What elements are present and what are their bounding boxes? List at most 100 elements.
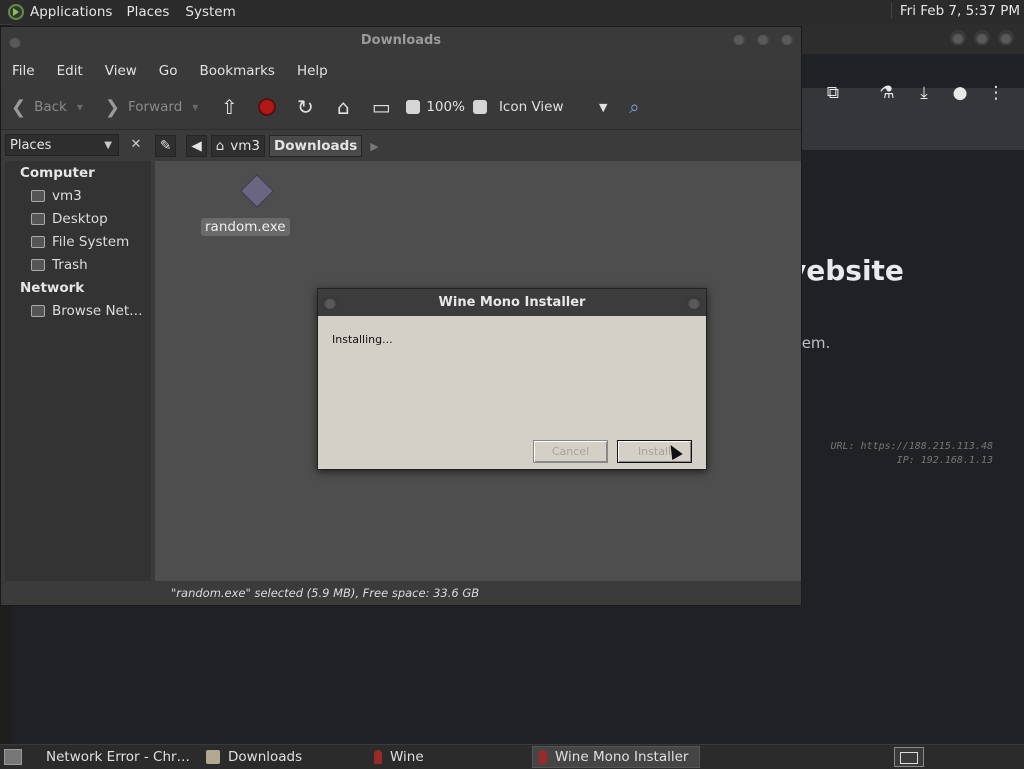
search-icon[interactable]: ⌕ xyxy=(629,97,639,118)
sidebar-heading-network: Network xyxy=(20,280,85,296)
path-bar: ✎ ◀ ⌂ vm3 Downloads ▶ xyxy=(155,133,801,159)
sidebar-item-vm3[interactable]: vm3 xyxy=(5,184,151,207)
wine-glass-icon xyxy=(374,750,382,764)
pencil-icon: ✎ xyxy=(160,138,172,154)
drive-icon xyxy=(31,235,45,248)
menu-edit[interactable]: Edit xyxy=(46,63,94,79)
sidebar-item-label: vm3 xyxy=(52,187,82,204)
task-wine-mono-installer[interactable]: Wine Mono Installer xyxy=(532,746,700,768)
forward-arrow-icon: ❯ xyxy=(104,96,120,118)
browser-minimize-button[interactable] xyxy=(950,30,966,46)
clock[interactable]: Fri Feb 7, 5:37 PM xyxy=(890,3,1020,19)
window-menu-button[interactable] xyxy=(7,34,23,50)
task-downloads[interactable]: Downloads xyxy=(200,746,368,768)
taskbar: Network Error - Chr… Downloads Wine Wine… xyxy=(0,744,1024,769)
home-folder-icon: ⌂ xyxy=(215,138,225,154)
maximize-button[interactable] xyxy=(755,31,771,47)
dialog-close-button[interactable] xyxy=(686,295,702,311)
task-label: Wine xyxy=(390,749,424,765)
back-arrow-icon: ❮ xyxy=(11,96,27,118)
back-label: Back xyxy=(34,99,67,115)
sidebar-close-icon[interactable]: ✕ xyxy=(125,134,147,156)
status-bar: "random.exe" selected (5.9 MB), Free spa… xyxy=(155,581,801,605)
home-folder-icon xyxy=(31,189,45,202)
extensions-icon[interactable]: ⧉ xyxy=(822,82,844,104)
show-desktop-icon[interactable] xyxy=(4,749,22,765)
window-title: Downloads xyxy=(360,33,442,48)
top-panel: Applications Places System Fri Feb 7, 5:… xyxy=(0,0,1024,25)
sidebar-item-label: Desktop xyxy=(52,210,108,227)
dialog-menu-button[interactable] xyxy=(322,295,338,311)
exe-file-icon[interactable] xyxy=(240,174,274,208)
view-mode-select[interactable]: Icon View xyxy=(499,99,599,115)
toggle-location-entry-button[interactable]: ✎ xyxy=(155,135,177,157)
sidebar-item-browse-network[interactable]: Browse Net… xyxy=(5,299,151,322)
menu-file[interactable]: File xyxy=(1,63,46,79)
path-segment-downloads[interactable]: Downloads xyxy=(269,135,363,157)
task-label: Network Error - Chr… xyxy=(46,749,191,765)
forward-button[interactable]: ❯ Forward xyxy=(95,97,198,118)
network-icon xyxy=(31,304,45,317)
menu-help[interactable]: Help xyxy=(286,63,339,79)
menu-view[interactable]: View xyxy=(94,63,148,79)
error-heading: vebsite xyxy=(788,254,904,287)
computer-icon[interactable]: ▭ xyxy=(362,95,400,119)
task-network-error-chrome[interactable]: Network Error - Chr… xyxy=(32,746,200,768)
dialog-titlebar[interactable]: Wine Mono Installer xyxy=(318,289,706,316)
path-back-arrow-icon[interactable]: ◀ xyxy=(186,135,207,157)
path-segment-label: Downloads xyxy=(274,138,358,154)
home-folder-icon[interactable]: ⌂ xyxy=(324,95,362,119)
menu-go[interactable]: Go xyxy=(148,63,189,79)
dialog-message: Installing... xyxy=(332,333,393,346)
up-arrow-icon[interactable]: ⇧ xyxy=(210,95,248,119)
dialog-title: Wine Mono Installer xyxy=(438,295,586,310)
toolbar: ❮ Back ❯ Forward ⇧ ↻ ⌂ ▭ 100% Icon View … xyxy=(1,85,801,130)
task-wine[interactable]: Wine xyxy=(368,746,532,768)
sidebar-item-file-system[interactable]: File System xyxy=(5,230,151,253)
task-label: Wine Mono Installer xyxy=(555,749,689,765)
stop-icon[interactable] xyxy=(258,98,277,116)
applications-menu[interactable]: Applications xyxy=(0,4,118,20)
sidebar-item-trash[interactable]: Trash xyxy=(5,253,151,276)
download-icon[interactable]: ⤓ xyxy=(913,82,935,104)
profile-icon[interactable]: ● xyxy=(949,82,971,104)
close-button[interactable] xyxy=(779,31,795,47)
zoom-out-icon[interactable] xyxy=(406,100,421,114)
file-name-random-exe[interactable]: random.exe xyxy=(201,218,290,236)
sidebar: Computer vm3 Desktop File System Trash N… xyxy=(5,161,151,581)
distro-logo-icon xyxy=(8,4,24,20)
path-segment-vm3[interactable]: ⌂ vm3 xyxy=(210,135,266,157)
places-menu[interactable]: Places xyxy=(118,4,177,20)
labs-flask-icon[interactable]: ⚗ xyxy=(876,82,898,104)
file-manager-titlebar[interactable]: Downloads xyxy=(1,27,801,57)
applications-label: Applications xyxy=(30,4,113,20)
zoom-in-icon[interactable] xyxy=(472,100,487,114)
trash-icon xyxy=(31,258,45,271)
sidebar-heading-computer: Computer xyxy=(20,165,95,181)
browser-maximize-button[interactable] xyxy=(974,30,990,46)
forward-label: Forward xyxy=(128,99,183,115)
path-segment-label: vm3 xyxy=(230,138,261,154)
menubar: File Edit View Go Bookmarks Help xyxy=(1,57,801,85)
wine-mono-installer-dialog: Wine Mono Installer Installing... Cancel… xyxy=(317,288,707,470)
task-label: Downloads xyxy=(228,749,303,765)
more-menu-icon[interactable]: ⋮ xyxy=(985,82,1007,104)
desktop-icon xyxy=(31,212,45,225)
minimize-button[interactable] xyxy=(731,31,747,47)
back-button[interactable]: ❮ Back xyxy=(1,97,83,118)
sidebar-item-label: Browse Net… xyxy=(52,302,143,319)
browser-close-button[interactable] xyxy=(998,30,1014,46)
menu-bookmarks[interactable]: Bookmarks xyxy=(189,63,286,79)
reload-icon[interactable]: ↻ xyxy=(286,95,324,119)
view-mode-dropdown-icon[interactable]: ▼ xyxy=(599,101,607,114)
workspace-switcher[interactable] xyxy=(894,747,924,767)
cancel-button[interactable]: Cancel xyxy=(533,440,608,463)
path-forward-arrow-icon[interactable]: ▶ xyxy=(370,140,378,153)
system-menu[interactable]: System xyxy=(177,4,243,20)
sidebar-item-desktop[interactable]: Desktop xyxy=(5,207,151,230)
sidebar-places-select[interactable]: Places xyxy=(5,134,119,157)
sidebar-header: Places ✕ xyxy=(5,133,151,157)
sidebar-item-label: File System xyxy=(52,233,130,250)
zoom-control[interactable]: 100% xyxy=(400,99,493,115)
sidebar-item-label: Trash xyxy=(52,256,88,273)
